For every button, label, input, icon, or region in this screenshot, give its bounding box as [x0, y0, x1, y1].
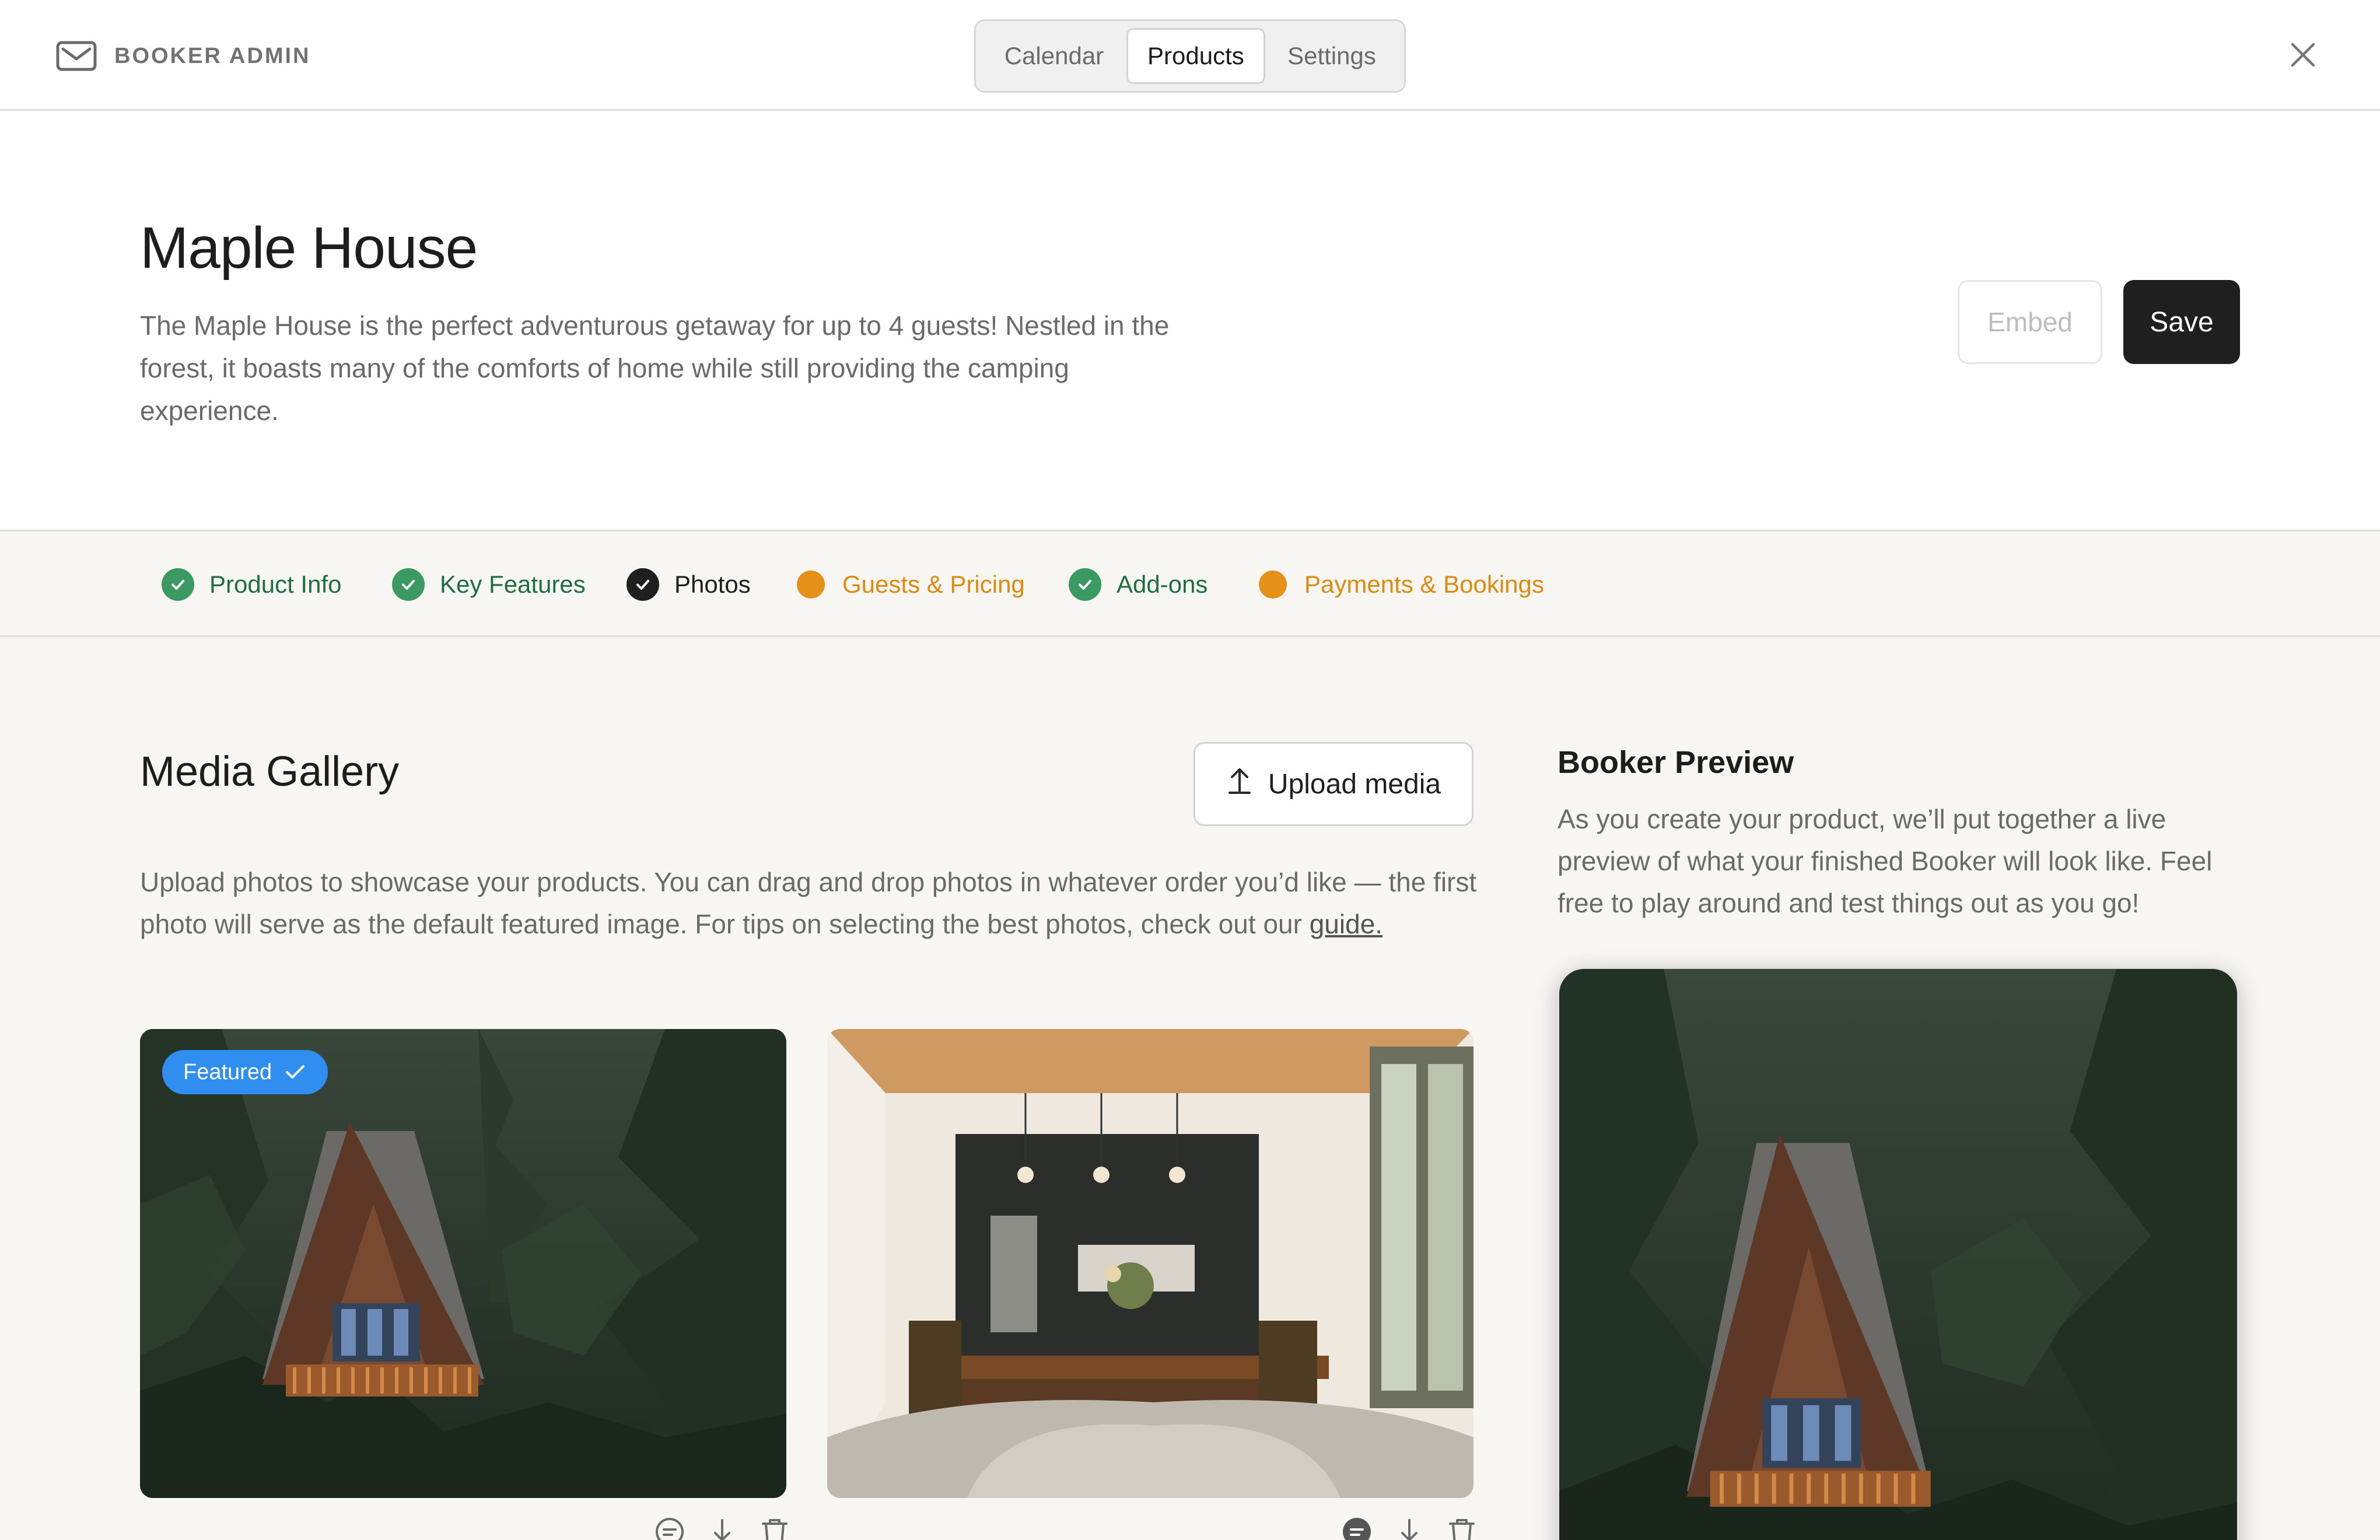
booker-preview-description: As you create your product, we’ll put to…	[1558, 804, 2213, 918]
kitchen-photo-image	[827, 1029, 1474, 1498]
brand[interactable]: BOOKER ADMIN	[56, 38, 310, 74]
main-nav-tabs: Calendar Products Settings	[974, 19, 1406, 93]
tab-calendar[interactable]: Calendar	[982, 28, 1126, 84]
preview-cabin-image	[1559, 969, 2237, 1540]
tab-products[interactable]: Products	[1126, 28, 1265, 84]
step-guests-pricing[interactable]: Guests & Pricing	[794, 568, 1025, 601]
status-dot-icon	[797, 570, 825, 598]
upload-icon	[1226, 765, 1253, 803]
upload-media-button[interactable]: Upload media	[1194, 742, 1474, 826]
step-label: Product Info	[209, 570, 342, 598]
close-button[interactable]	[2286, 38, 2320, 74]
trash-icon[interactable]	[758, 1516, 791, 1540]
step-label: Payments & Bookings	[1304, 570, 1544, 598]
comment-icon[interactable]	[1340, 1516, 1373, 1540]
tab-settings[interactable]: Settings	[1265, 28, 1398, 84]
download-icon[interactable]	[1393, 1516, 1426, 1540]
booker-preview-card[interactable]	[1558, 967, 2239, 1540]
upload-media-label: Upload media	[1268, 768, 1441, 800]
featured-label: Featured	[183, 1059, 272, 1084]
status-dot-icon	[1259, 570, 1287, 598]
gallery-description-text: Upload photos to showcase your products.…	[140, 867, 1477, 939]
top-bar: BOOKER ADMIN Calendar Products Settings	[0, 0, 2380, 111]
step-add-ons[interactable]: Add-ons	[1069, 568, 1208, 601]
mail-icon	[56, 41, 97, 71]
check-icon	[162, 568, 194, 601]
photo-actions-cabin	[653, 1516, 791, 1540]
page-title: Maple House	[140, 215, 478, 281]
main-content: Media Gallery Upload media Upload photos…	[0, 637, 2380, 1540]
step-label: Photos	[674, 570, 751, 598]
media-gallery-title: Media Gallery	[140, 748, 400, 795]
check-icon	[392, 568, 425, 601]
featured-badge: Featured	[162, 1050, 328, 1094]
gallery-photo-cabin[interactable]: Featured	[140, 1029, 786, 1498]
close-icon	[2290, 42, 2316, 71]
guide-link[interactable]: guide.	[1310, 909, 1382, 939]
step-photos[interactable]: Photos	[626, 568, 751, 601]
booker-preview-title: Booker Preview	[1558, 745, 1794, 780]
check-icon	[1069, 568, 1101, 601]
step-label: Guests & Pricing	[842, 570, 1025, 598]
product-description: The Maple House is the perfect adventuro…	[140, 310, 1170, 426]
embed-button[interactable]: Embed	[1958, 280, 2102, 364]
comment-icon[interactable]	[653, 1516, 686, 1540]
cabin-photo-image	[140, 1029, 786, 1498]
step-payments-bookings[interactable]: Payments & Bookings	[1256, 568, 1544, 601]
step-key-features[interactable]: Key Features	[392, 568, 586, 601]
step-label: Add-ons	[1116, 570, 1208, 598]
setup-steps: Product Info Key Features Photos Guests …	[0, 530, 2380, 637]
check-icon	[285, 1063, 306, 1081]
photo-actions-kitchen	[1340, 1516, 1478, 1540]
gallery-description: Upload photos to showcase your products.…	[140, 861, 1482, 945]
download-icon[interactable]	[706, 1516, 738, 1540]
save-button[interactable]: Save	[2123, 280, 2240, 364]
check-icon	[626, 568, 659, 601]
brand-name: BOOKER ADMIN	[114, 43, 311, 68]
step-product-info[interactable]: Product Info	[162, 568, 341, 601]
gallery-photo-kitchen[interactable]	[827, 1029, 1474, 1498]
trash-icon[interactable]	[1446, 1516, 1478, 1540]
step-label: Key Features	[440, 570, 586, 598]
